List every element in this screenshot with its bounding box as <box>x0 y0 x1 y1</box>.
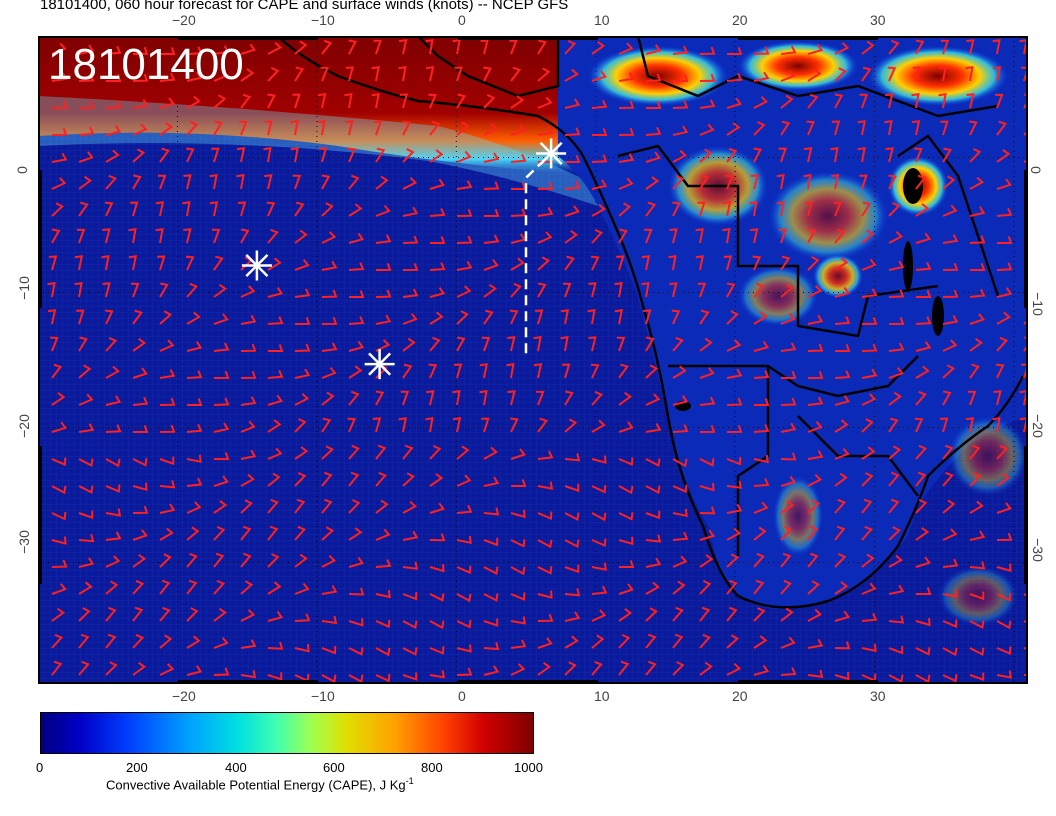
left-tick-label: −10 <box>15 276 32 300</box>
top-tick-label: 10 <box>594 12 610 28</box>
map-title: 18101400, 060 hour forecast for CAPE and… <box>40 0 569 13</box>
map-panel <box>38 36 1028 684</box>
bottom-tick-label: 20 <box>732 688 748 704</box>
right-tick-label: −30 <box>1029 538 1046 562</box>
top-tick-label: 20 <box>732 12 748 28</box>
bottom-tick-label: 10 <box>594 688 610 704</box>
top-tick-label: −10 <box>311 12 335 28</box>
date-stamp: 18101400 <box>48 40 244 89</box>
location-marker <box>364 349 395 380</box>
top-tick-label: −20 <box>172 12 196 28</box>
colorbar-label: 800 <box>421 760 443 775</box>
left-tick-label: −20 <box>15 414 32 438</box>
right-tick-label: 0 <box>1027 166 1044 174</box>
top-tick-label: 0 <box>458 12 466 28</box>
colorbar-title: Convective Available Potential Energy (C… <box>106 776 414 793</box>
colorbar-label: 600 <box>323 760 345 775</box>
right-tick-label: −20 <box>1029 414 1046 438</box>
top-tick-label: 30 <box>870 12 886 28</box>
colorbar <box>40 712 534 754</box>
bottom-tick-label: 0 <box>458 688 466 704</box>
bottom-tick-label: 30 <box>870 688 886 704</box>
location-marker <box>536 138 567 169</box>
colorbar-label: 0 <box>36 760 44 775</box>
bottom-tick-label: −10 <box>311 688 335 704</box>
colorbar-label: 200 <box>126 760 148 775</box>
left-tick-label: 0 <box>13 166 30 174</box>
cape-map <box>38 36 1028 684</box>
colorbar-label: 400 <box>225 760 247 775</box>
right-tick-label: −10 <box>1029 292 1046 316</box>
location-marker <box>241 250 272 281</box>
colorbar-label: 1000 <box>514 760 543 775</box>
left-tick-label: −30 <box>15 530 32 554</box>
bottom-tick-label: −20 <box>172 688 196 704</box>
